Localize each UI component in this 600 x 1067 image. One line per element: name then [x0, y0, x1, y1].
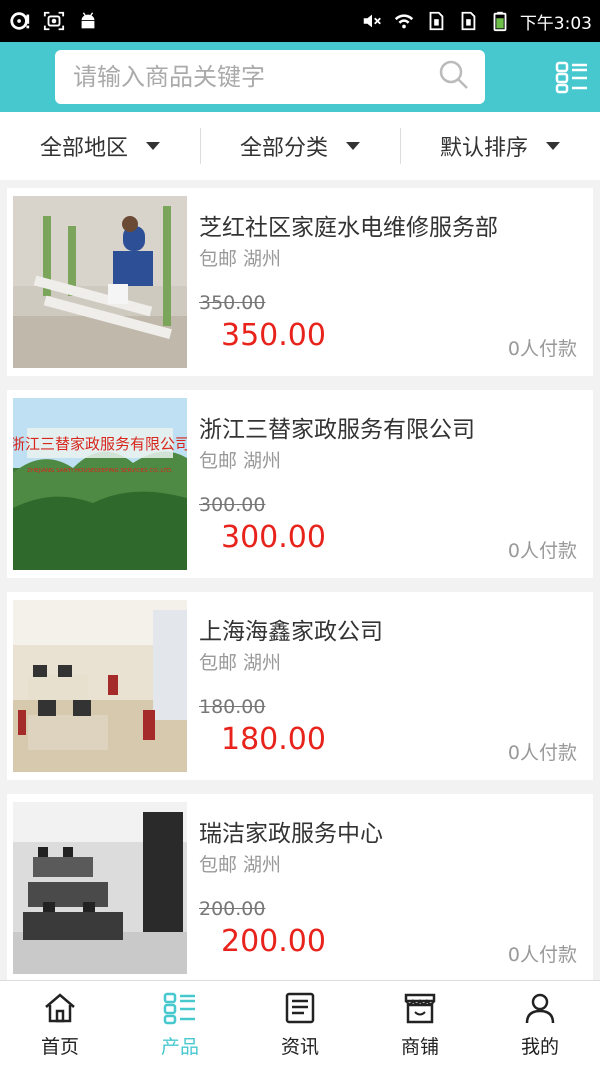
product-image: 浙江三替家政服务有限公司 ZHEJIANG SANTI HOUSEKEEPING… — [13, 398, 187, 570]
wifi-icon — [392, 10, 416, 32]
status-bar: 下午3:03 — [0, 0, 600, 42]
image-company-english: ZHEJIANG SANTI HOUSEKEEPING SERVICES CO.… — [27, 468, 173, 474]
product-image — [13, 196, 187, 368]
header-bar — [0, 42, 600, 112]
product-image — [13, 600, 187, 772]
product-old-price: 180.00 — [199, 696, 266, 718]
bottom-nav: 首页 产品 资讯 商铺 我的 — [0, 980, 600, 1067]
filter-category[interactable]: 全部分类 — [200, 128, 400, 164]
filter-sort-label: 默认排序 — [439, 136, 528, 161]
list-grid-icon[interactable] — [554, 59, 590, 95]
screenshot-icon — [42, 10, 66, 32]
product-shipping: 包邮 湖州 — [199, 854, 282, 876]
image-company-name: 浙江三替家政服务有限公司 — [13, 435, 187, 453]
product-paid-count: 0人付款 — [507, 338, 577, 360]
nav-home[interactable]: 首页 — [0, 981, 120, 1067]
product-shipping: 包邮 湖州 — [199, 450, 282, 472]
filter-sort[interactable]: 默认排序 — [400, 128, 600, 164]
filter-bar: 全部地区 全部分类 默认排序 — [0, 112, 600, 180]
product-title: 芝红社区家庭水电维修服务部 — [199, 215, 498, 241]
product-price: 300.00 — [221, 520, 326, 555]
nav-products-label: 产品 — [160, 1035, 199, 1058]
nav-home-label: 首页 — [40, 1035, 79, 1058]
news-icon — [285, 992, 315, 1023]
product-paid-count: 0人付款 — [507, 540, 577, 562]
product-price: 180.00 — [221, 722, 326, 757]
product-list-icon — [163, 992, 195, 1024]
product-old-price: 300.00 — [199, 494, 266, 516]
sim1-icon — [424, 10, 448, 32]
nav-store[interactable]: 商铺 — [360, 981, 480, 1067]
product-paid-count: 0人付款 — [507, 742, 577, 764]
product-card[interactable]: 上海海鑫家政公司 包邮 湖州 180.00 180.00 0人付款 — [7, 592, 593, 780]
product-price: 350.00 — [221, 318, 326, 353]
filter-region-label: 全部地区 — [39, 136, 128, 161]
search-input[interactable] — [73, 63, 437, 91]
nav-products[interactable]: 产品 — [120, 981, 240, 1067]
caret-down-icon — [346, 142, 360, 150]
product-title: 瑞洁家政服务中心 — [199, 821, 383, 847]
product-old-price: 200.00 — [199, 898, 266, 920]
product-shipping: 包邮 湖州 — [199, 652, 282, 674]
filter-region[interactable]: 全部地区 — [0, 128, 200, 164]
product-card[interactable]: 瑞洁家政服务中心 包邮 湖州 200.00 200.00 0人付款 — [7, 794, 593, 982]
search-box[interactable] — [55, 50, 485, 104]
nav-news-label: 资讯 — [280, 1035, 319, 1058]
battery-icon — [488, 10, 512, 32]
user-icon — [525, 993, 555, 1023]
nav-news[interactable]: 资讯 — [240, 981, 360, 1067]
product-old-price: 350.00 — [199, 292, 266, 314]
home-icon — [45, 992, 75, 1022]
product-shipping: 包邮 湖州 — [199, 248, 282, 270]
mute-icon — [360, 10, 384, 32]
nav-store-label: 商铺 — [400, 1035, 439, 1058]
product-paid-count: 0人付款 — [507, 944, 577, 966]
sim2-icon — [456, 10, 480, 32]
search-icon[interactable] — [437, 58, 471, 96]
caret-down-icon — [546, 142, 560, 150]
sync-icon — [8, 10, 32, 32]
nav-me[interactable]: 我的 — [480, 981, 600, 1067]
product-title: 上海海鑫家政公司 — [199, 619, 383, 645]
status-time: 下午3:03 — [519, 13, 592, 34]
store-icon — [404, 993, 436, 1023]
product-title: 浙江三替家政服务有限公司 — [199, 417, 475, 443]
product-card[interactable]: 浙江三替家政服务有限公司 ZHEJIANG SANTI HOUSEKEEPING… — [7, 390, 593, 578]
android-icon — [76, 10, 100, 32]
nav-me-label: 我的 — [520, 1035, 559, 1058]
caret-down-icon — [146, 142, 160, 150]
product-price: 200.00 — [221, 924, 326, 959]
filter-category-label: 全部分类 — [239, 136, 328, 161]
product-image — [13, 802, 187, 974]
product-card[interactable]: 芝红社区家庭水电维修服务部 包邮 湖州 350.00 350.00 0人付款 — [7, 188, 593, 376]
